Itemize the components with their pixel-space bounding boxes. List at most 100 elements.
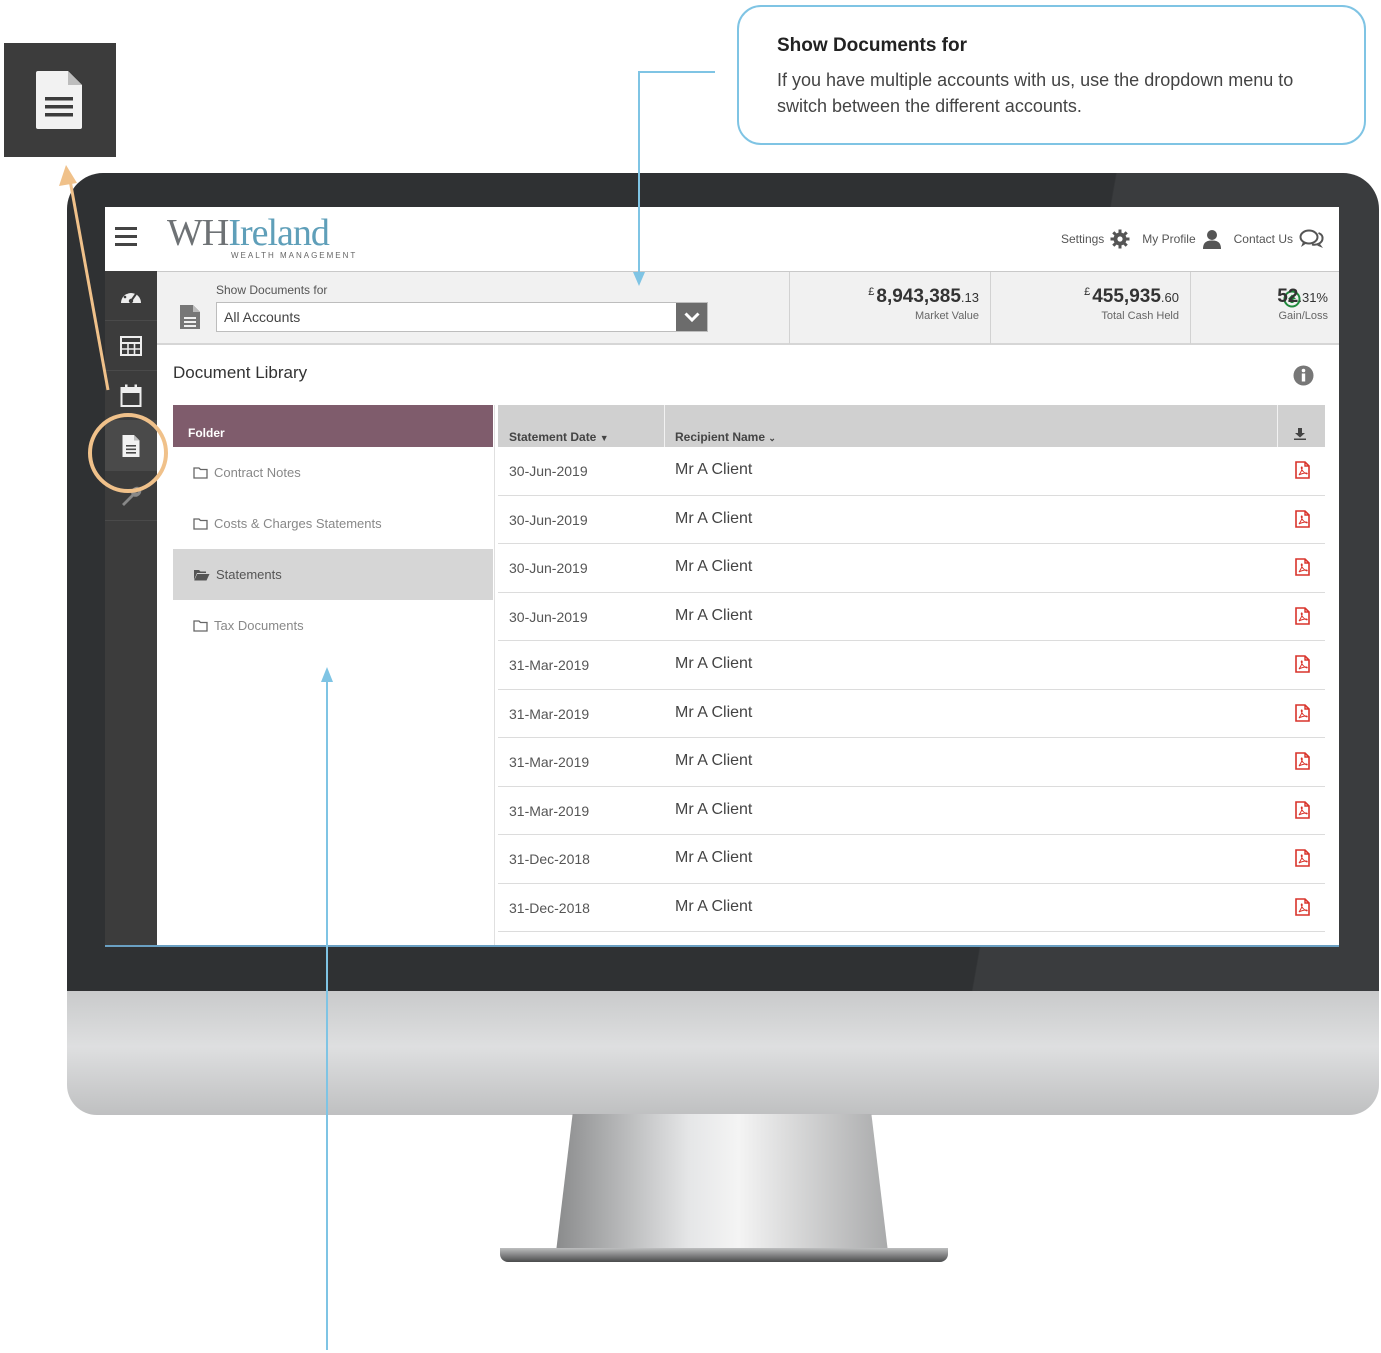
cell-recipient-name: Mr A Client [675, 849, 753, 866]
cell-recipient-name: Mr A Client [675, 461, 753, 478]
panel-divider [494, 405, 495, 947]
app-screen: WHIreland WEALTH MANAGEMENT Settings My … [105, 207, 1339, 947]
chevron-down-icon: ⌄ [768, 433, 776, 443]
account-select-toggle[interactable] [676, 303, 707, 331]
highlight-ring [88, 413, 168, 493]
cell-statement-date: 30-Jun-2019 [509, 511, 588, 528]
folder-open-icon [194, 569, 210, 580]
cell-statement-date: 30-Jun-2019 [509, 560, 588, 576]
monitor-stand [556, 1114, 888, 1252]
documents-icon-enlarged [4, 43, 116, 157]
pdf-download-button[interactable] [1295, 655, 1310, 678]
monitor-chin [67, 991, 1379, 1115]
cell-recipient-name: Mr A Client [675, 752, 753, 769]
document-icon [36, 71, 82, 129]
callout-title: Show Documents for [777, 35, 968, 56]
pdf-icon [1295, 461, 1310, 479]
pdf-download-button[interactable] [1295, 849, 1310, 872]
column-separator [664, 405, 665, 447]
orange-arrow-head [59, 165, 77, 186]
table-row[interactable]: 31-Mar-2019 Mr A Client [498, 738, 1325, 787]
table-body: 30-Jun-2019 Mr A Client 30-Jun-2019 Mr A Cl… [498, 447, 1325, 932]
menu-icon[interactable] [115, 227, 137, 247]
pdf-download-button[interactable] [1295, 558, 1310, 581]
folder-panel: Folder Contract Notes Costs & Charges St… [173, 405, 493, 947]
settings-link[interactable]: Settings [1061, 229, 1130, 249]
document-icon [180, 305, 200, 329]
folder-label: Tax Documents [214, 618, 304, 633]
gear-icon [1110, 229, 1130, 249]
pdf-download-button[interactable] [1295, 606, 1310, 630]
folder-item-tax-documents[interactable]: Tax Documents [173, 600, 493, 651]
pdf-download-button[interactable] [1295, 703, 1310, 727]
sidebar-item-holdings[interactable] [105, 321, 157, 371]
gain-loss-whole: 52 [1277, 286, 1299, 307]
profile-label: My Profile [1142, 232, 1196, 246]
currency-symbol: £ [868, 286, 875, 298]
pdf-icon [1295, 655, 1310, 673]
chat-icon [1299, 229, 1324, 248]
logo-primary: WH [167, 212, 229, 254]
pdf-download-button[interactable] [1295, 509, 1310, 533]
pdf-download-button[interactable] [1295, 461, 1310, 484]
settings-label: Settings [1060, 232, 1105, 246]
pdf-icon [1295, 897, 1310, 916]
page-title: Document Library [173, 363, 308, 382]
caret-down-icon: ▼ [599, 433, 609, 443]
contact-link[interactable]: Contact Us [1234, 229, 1325, 249]
account-select-value: All Accounts [224, 309, 301, 325]
account-select[interactable]: All Accounts [216, 302, 708, 332]
brand-logo[interactable]: WHIreland WEALTH MANAGEMENT [167, 213, 357, 260]
table-row[interactable]: 30-Jun-2019 Mr A Client [498, 496, 1325, 544]
table-header: Statement Date ▼ Recipient Name ⌄ [498, 405, 1325, 447]
cell-recipient-name: Mr A Client [675, 703, 753, 721]
currency-symbol: £ [1084, 286, 1091, 298]
pdf-icon [1295, 849, 1310, 867]
cell-recipient-name: Mr A Client [675, 509, 753, 527]
cell-statement-date: 31-Mar-2019 [509, 705, 590, 722]
contact-label: Contact Us [1233, 232, 1293, 246]
gain-loss-amount: 52.31% [1277, 286, 1328, 308]
download-icon[interactable] [1294, 428, 1306, 440]
callout-show-documents: Show Documents for If you have multiple … [737, 5, 1366, 145]
gain-loss-decimal: .31% [1298, 290, 1328, 305]
table-row[interactable]: 30-Jun-2019 Mr A Client [498, 544, 1325, 593]
cell-statement-date: 31-Dec-2018 [509, 899, 590, 916]
column-header-statement-date[interactable]: Statement Date ▼ [509, 430, 609, 444]
cash-held-decimal: .60 [1160, 290, 1179, 305]
pdf-icon [1295, 509, 1310, 528]
pdf-download-button[interactable] [1295, 752, 1310, 775]
table-row[interactable]: 31-Dec-2018 Mr A Client [498, 835, 1325, 884]
cell-recipient-name: Mr A Client [675, 606, 753, 624]
callout-body: If you have multiple accounts with us, u… [777, 70, 1294, 116]
table-row[interactable]: 30-Jun-2019 Mr A Client [498, 593, 1325, 641]
cash-held-whole: 455,935 [1092, 286, 1161, 307]
folder-item-costs-charges[interactable]: Costs & Charges Statements [173, 498, 493, 549]
pdf-download-button[interactable] [1295, 897, 1310, 921]
top-bar: WHIreland WEALTH MANAGEMENT Settings My … [105, 207, 1339, 271]
cash-held-metric: £455,935.60 Total Cash Held [990, 272, 1190, 344]
top-links: Settings My Profile Contact Us [1061, 229, 1325, 249]
cell-statement-date: 31-Mar-2019 [509, 802, 590, 819]
folder-item-statements[interactable]: Statements [173, 549, 493, 600]
pdf-icon [1295, 558, 1310, 576]
table-row[interactable]: 31-Mar-2019 Mr A Client [498, 641, 1325, 690]
table-row[interactable]: 31-Dec-2018 Mr A Client [498, 884, 1325, 932]
folder-outline-icon [193, 466, 208, 479]
column-header-recipient-name[interactable]: Recipient Name ⌄ [675, 430, 776, 444]
table-row[interactable]: 30-Jun-2019 Mr A Client [498, 447, 1325, 496]
calendar-icon [120, 384, 142, 407]
pdf-icon [1295, 752, 1310, 770]
cell-recipient-name: Mr A Client [675, 800, 753, 818]
folder-item-contract-notes[interactable]: Contract Notes [173, 447, 493, 498]
sidebar-item-dashboard[interactable] [105, 271, 157, 321]
info-icon[interactable] [1293, 365, 1314, 386]
column-label: Statement Date [509, 430, 597, 444]
table-row[interactable]: 31-Mar-2019 Mr A Client [498, 690, 1325, 738]
cell-statement-date: 31-Mar-2019 [509, 657, 590, 673]
pdf-download-button[interactable] [1295, 800, 1310, 824]
folder-label: Contract Notes [214, 465, 301, 480]
profile-link[interactable]: My Profile [1142, 229, 1221, 249]
chevron-down-icon [683, 312, 700, 322]
table-row[interactable]: 31-Mar-2019 Mr A Client [498, 787, 1325, 835]
